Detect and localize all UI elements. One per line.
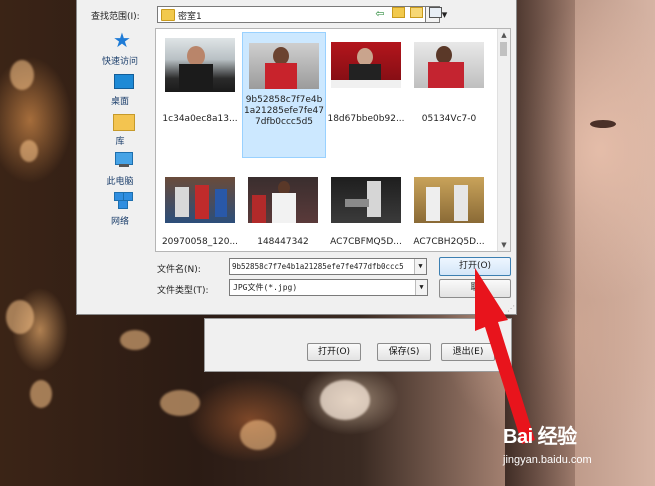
watermark-logo: Bai 经验 [503,426,577,448]
arrow-shape [475,268,535,444]
watermark-url: jingyan.baidu.com [503,454,592,466]
annotation-arrow [475,268,535,444]
baidu-watermark: Bai 经验 jingyan.baidu.com [503,420,653,480]
